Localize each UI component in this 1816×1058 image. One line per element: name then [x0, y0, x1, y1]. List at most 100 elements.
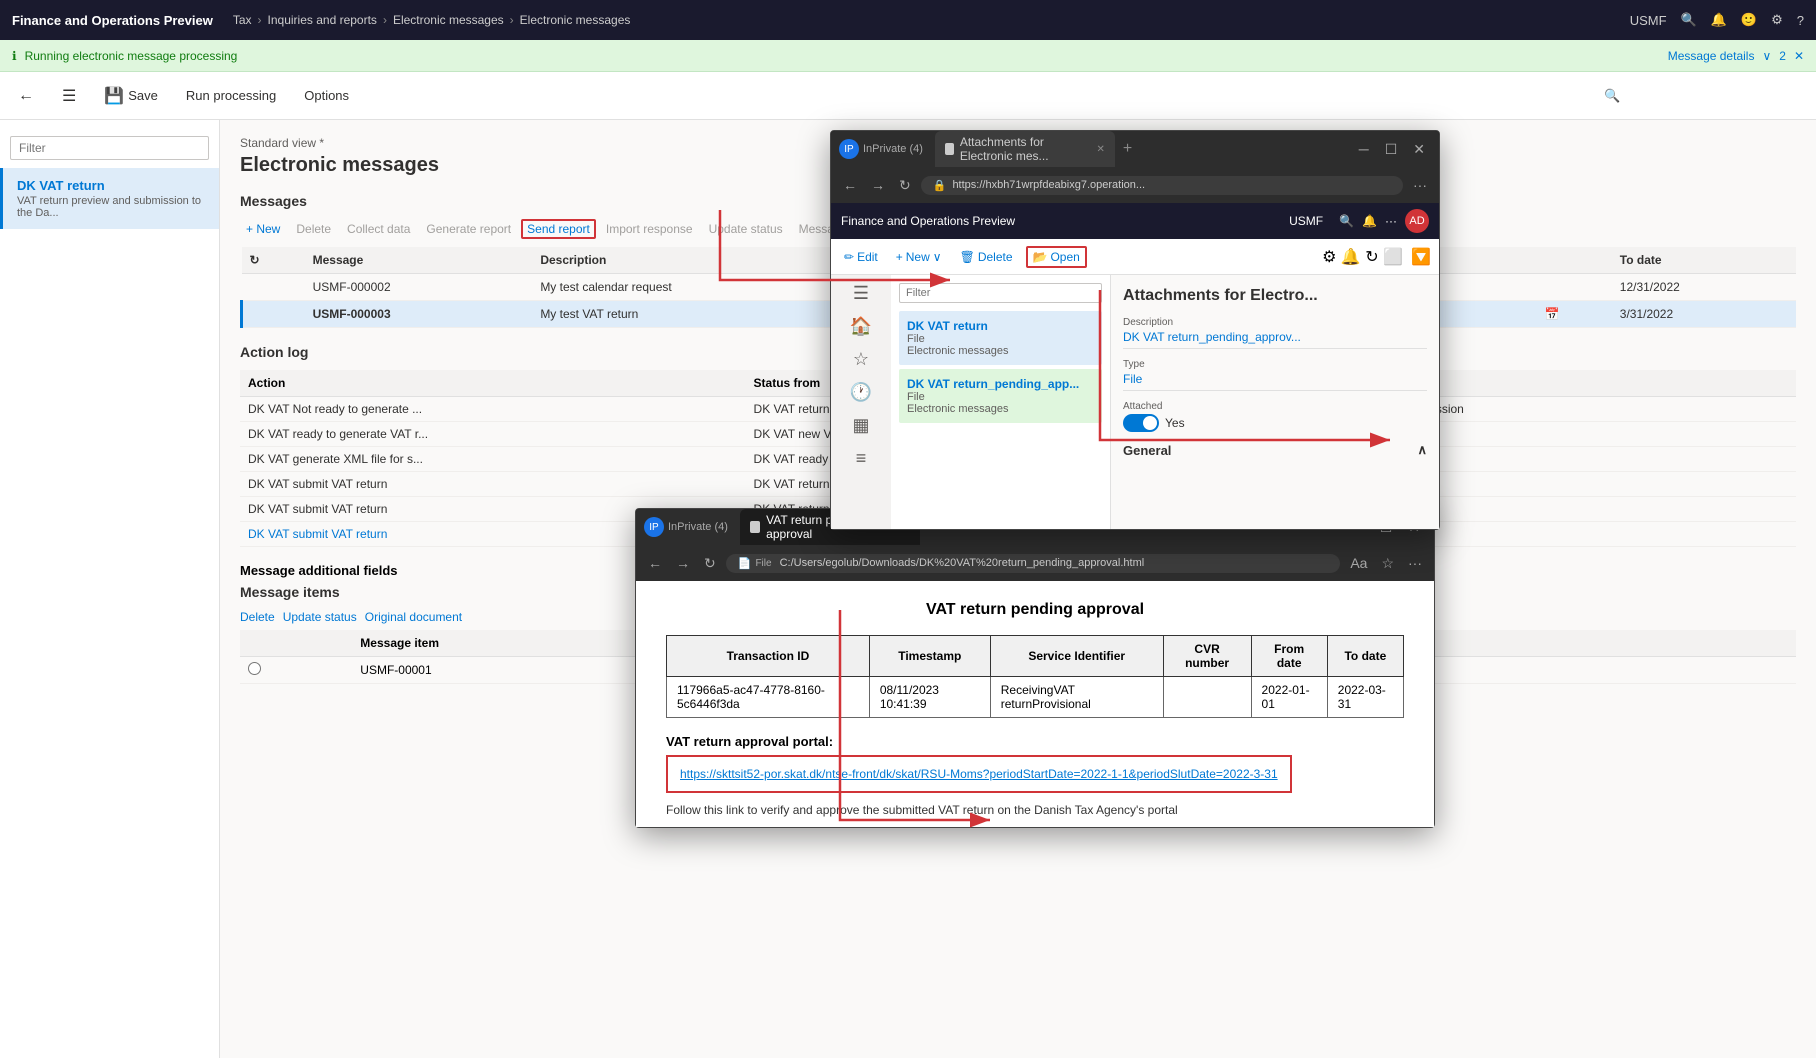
- erp-inner-more-icon[interactable]: ···: [1385, 214, 1397, 228]
- run-processing-button[interactable]: Run processing: [180, 84, 282, 107]
- search-icon[interactable]: 🔍: [1681, 12, 1697, 28]
- erp-toolbar-icon-1[interactable]: ⚙: [1322, 249, 1336, 266]
- browser-forward-button[interactable]: →: [867, 175, 889, 195]
- erp-sidebar-star[interactable]: ☆: [853, 349, 869, 370]
- erp-sidebar-hamburger[interactable]: ☰: [853, 283, 869, 304]
- breadcrumb-electronic1[interactable]: Electronic messages: [393, 13, 504, 27]
- collect-data-button[interactable]: Collect data: [341, 219, 416, 239]
- minimize-button-1[interactable]: ─: [1353, 139, 1375, 160]
- erp-toolbar-icon-3[interactable]: ↻: [1365, 249, 1378, 266]
- b2-more-button[interactable]: ···: [1404, 553, 1426, 573]
- erp-filter-input[interactable]: [899, 283, 1102, 303]
- breadcrumb-inquiries[interactable]: Inquiries and reports: [268, 13, 377, 27]
- b2-refresh-button[interactable]: ↻: [700, 553, 720, 574]
- vat-cvr: [1163, 677, 1251, 718]
- maximize-button-1[interactable]: ☐: [1379, 139, 1404, 160]
- erp-toolbar-icon-2[interactable]: 🔔: [1341, 249, 1361, 266]
- help-icon[interactable]: ?: [1797, 13, 1804, 28]
- send-report-button[interactable]: Send report: [521, 219, 596, 239]
- new-tab-button-1[interactable]: +: [1123, 140, 1132, 158]
- vat-follow-text: Follow this link to verify and approve t…: [666, 803, 1404, 817]
- browser-address-bar-2[interactable]: 📄 File C:/Users/egolub/Downloads/DK%20VA…: [726, 554, 1341, 573]
- erp-edit-button[interactable]: ✏ Edit: [839, 248, 883, 266]
- b2-star-button[interactable]: ☆: [1377, 553, 1398, 574]
- mi-delete-button[interactable]: Delete: [240, 610, 275, 624]
- erp-sidebar-clock[interactable]: 🕐: [850, 382, 872, 403]
- vat-col-cvr: CVR number: [1163, 636, 1251, 677]
- browser2-content: VAT return pending approval Transaction …: [636, 581, 1434, 827]
- toolbar-search-input[interactable]: [1604, 82, 1804, 110]
- app-title: Finance and Operations Preview: [12, 13, 213, 28]
- b2-back-button[interactable]: ←: [644, 553, 666, 573]
- chevron-down-icon[interactable]: ∨: [1762, 49, 1771, 63]
- smiley-icon[interactable]: 🙂: [1741, 12, 1757, 28]
- erp-sidebar-home[interactable]: 🏠: [850, 316, 872, 337]
- close-button-1[interactable]: ✕: [1407, 139, 1431, 160]
- erp-inner-title: Finance and Operations Preview: [841, 214, 1015, 228]
- erp-list-item-title-1: DK VAT return: [907, 319, 1094, 333]
- sidebar-filter-input[interactable]: [10, 136, 209, 160]
- col-refresh: ↻: [242, 247, 305, 274]
- browser-attachments-window: IP InPrivate (4) Attachments for Electro…: [830, 130, 1440, 530]
- save-button[interactable]: 💾 Save: [98, 82, 164, 110]
- notif-bar-right[interactable]: Message details ∨ 2 ✕: [1668, 49, 1804, 63]
- import-response-button[interactable]: Import response: [600, 219, 699, 239]
- attached-toggle[interactable]: [1123, 414, 1159, 432]
- b2-forward-button[interactable]: →: [672, 553, 694, 573]
- address-file-label: File: [755, 558, 771, 569]
- erp-inner-toolbar-icons: ⚙ 🔔 ↻ ⬜: [1322, 247, 1403, 267]
- vat-col-transaction: Transaction ID: [667, 636, 870, 677]
- message-details-link[interactable]: Message details: [1668, 49, 1755, 63]
- options-button[interactable]: Options: [298, 84, 355, 107]
- b2-read-button[interactable]: Aa: [1346, 553, 1371, 573]
- breadcrumb-electronic2[interactable]: Electronic messages: [520, 13, 631, 27]
- message-id-1[interactable]: USMF-000002: [305, 274, 533, 301]
- erp-list-item-1[interactable]: DK VAT return File Electronic messages: [899, 311, 1102, 365]
- col-message[interactable]: Message: [305, 247, 533, 274]
- message-id-2[interactable]: USMF-000003: [305, 301, 533, 328]
- description-label: Description: [1123, 317, 1427, 328]
- vat-portal-label: VAT return approval portal:: [666, 734, 1404, 749]
- calendar-icon[interactable]: 📅: [1545, 307, 1560, 321]
- vat-approval-link[interactable]: https://skttsit52-por.skat.dk/ntse-front…: [680, 767, 1278, 781]
- erp-toolbar-icon-4[interactable]: ⬜: [1383, 249, 1403, 266]
- erp-filter-icon[interactable]: 🔽: [1411, 247, 1431, 267]
- mi-original-doc-button[interactable]: Original document: [365, 610, 462, 624]
- notif-close-icon[interactable]: ✕: [1794, 49, 1804, 63]
- browser-tab-active-1[interactable]: Attachments for Electronic mes... ✕: [935, 131, 1115, 167]
- delete-message-button[interactable]: Delete: [290, 219, 337, 239]
- erp-inner-bell-icon[interactable]: 🔔: [1362, 214, 1377, 228]
- mi-update-status-button[interactable]: Update status: [283, 610, 357, 624]
- erp-sidebar-grid[interactable]: ▦: [852, 415, 869, 436]
- erp-open-button[interactable]: 📂 Open: [1026, 246, 1087, 268]
- mi-radio-1[interactable]: [248, 662, 261, 675]
- tab-close-1[interactable]: ✕: [1097, 144, 1105, 155]
- erp-detail-title: Attachments for Electro...: [1123, 287, 1427, 305]
- sidebar-item-dk-vat[interactable]: DK VAT return VAT return preview and sub…: [0, 168, 219, 229]
- section-collapse-icon[interactable]: ∧: [1417, 442, 1427, 458]
- col-to-date[interactable]: To date: [1612, 247, 1796, 274]
- generate-report-button[interactable]: Generate report: [420, 219, 517, 239]
- menu-button[interactable]: ☰: [56, 82, 82, 110]
- browser-inprivate-label-2: InPrivate (4): [668, 521, 728, 533]
- new-message-button[interactable]: + New: [240, 219, 286, 239]
- browser-more-button-1[interactable]: ···: [1409, 175, 1431, 195]
- erp-inner-search-icon[interactable]: 🔍: [1339, 214, 1354, 228]
- breadcrumb-tax[interactable]: Tax: [233, 13, 252, 27]
- update-status-button[interactable]: Update status: [703, 219, 789, 239]
- erp-sidebar-list[interactable]: ≡: [856, 448, 867, 469]
- back-button[interactable]: ←: [12, 83, 40, 109]
- settings-icon[interactable]: ⚙: [1771, 12, 1783, 28]
- sidebar-item-title: DK VAT return: [17, 178, 205, 193]
- browser-refresh-button[interactable]: ↻: [895, 175, 915, 196]
- erp-new-button[interactable]: + New ∨: [891, 248, 947, 266]
- col-action[interactable]: Action: [240, 370, 746, 397]
- erp-delete-button[interactable]: 🗑 Delete: [955, 248, 1018, 266]
- bell-icon[interactable]: 🔔: [1711, 12, 1727, 28]
- vat-table: Transaction ID Timestamp Service Identif…: [666, 635, 1404, 718]
- browser-back-button[interactable]: ←: [839, 175, 861, 195]
- browser-address-bar-1[interactable]: 🔒 https://hxbh71wrpfdeabixg7.operation..…: [921, 176, 1403, 195]
- vat-service: ReceivingVAT returnProvisional: [990, 677, 1163, 718]
- file-icon: 📄: [738, 557, 752, 570]
- erp-list-item-2[interactable]: DK VAT return_pending_app... File Electr…: [899, 369, 1102, 423]
